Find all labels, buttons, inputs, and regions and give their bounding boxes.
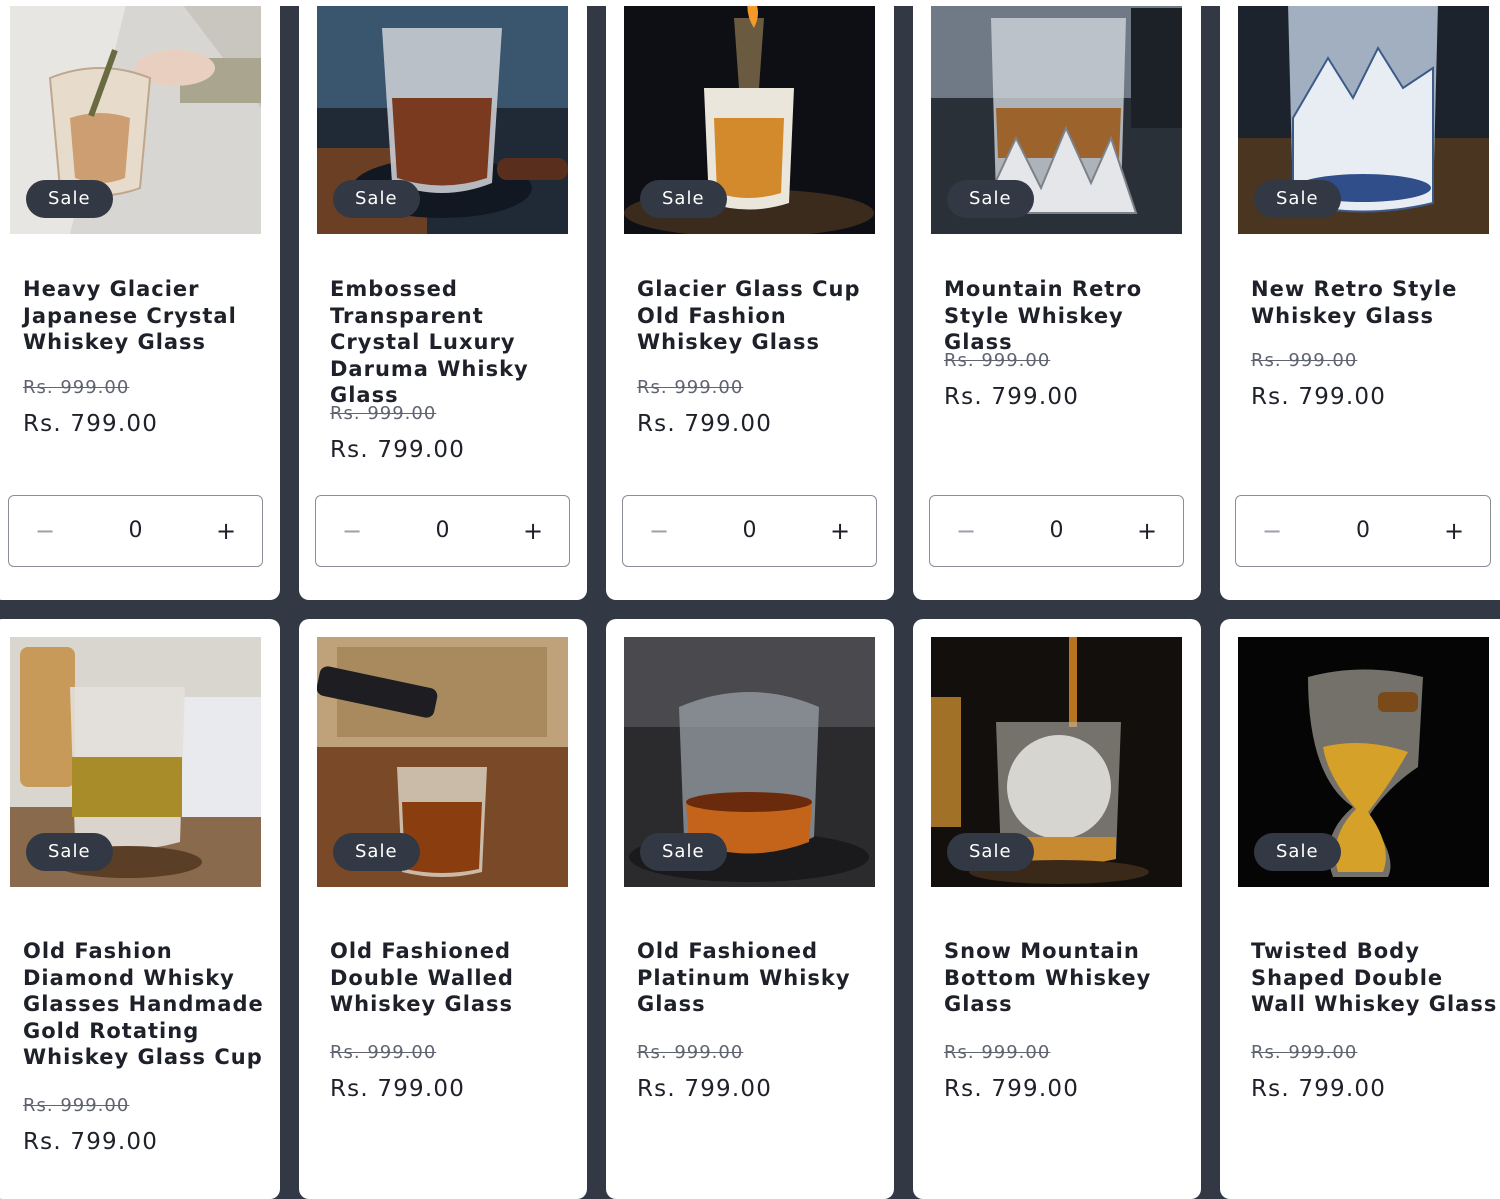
product-image[interactable]: Sale <box>931 637 1182 887</box>
sale-badge: Sale <box>333 833 420 871</box>
sale-badge: Sale <box>640 180 727 218</box>
quantity-value[interactable]: 0 <box>1002 496 1111 566</box>
sale-price: Rs. 799.00 <box>637 411 773 437</box>
plus-icon[interactable]: + <box>1418 496 1490 566</box>
price-block: Rs. 999.00 Rs. 799.00 <box>944 348 1079 410</box>
plus-icon[interactable]: + <box>804 496 876 566</box>
quantity-stepper: − 0 + <box>8 495 263 567</box>
sale-price: Rs. 799.00 <box>330 437 466 463</box>
product-image[interactable]: Sale <box>624 637 875 887</box>
plus-icon[interactable]: + <box>497 496 569 566</box>
price-block: Rs. 999.00 Rs. 799.00 <box>23 1093 158 1155</box>
price-block: Rs. 999.00 Rs. 799.00 <box>330 1040 465 1102</box>
compare-at-price: Rs. 999.00 <box>23 1095 130 1116</box>
sale-price: Rs. 799.00 <box>1251 1076 1387 1102</box>
product-title[interactable]: Snow Mountain Bottom Whiskey Glass <box>944 938 1194 1018</box>
product-image[interactable]: Sale <box>317 0 568 234</box>
product-title[interactable]: Old Fashioned Double Walled Whiskey Glas… <box>330 938 580 1018</box>
price-block: Rs. 999.00 Rs. 799.00 <box>23 375 158 437</box>
price-block: Rs. 999.00 Rs. 799.00 <box>1251 1040 1386 1102</box>
product-card[interactable]: Sale Old Fashioned Platinum Whisky Glass… <box>606 619 894 1199</box>
product-title[interactable]: Heavy Glacier Japanese Crystal Whiskey G… <box>23 276 273 356</box>
minus-icon[interactable]: − <box>930 496 1002 566</box>
product-image[interactable]: Sale <box>10 0 261 234</box>
minus-icon[interactable]: − <box>316 496 388 566</box>
product-card[interactable]: Sale Embossed Transparent Crystal Luxury… <box>299 0 587 600</box>
compare-at-price: Rs. 999.00 <box>330 403 437 424</box>
product-card[interactable]: Sale Mountain Retro Style Whiskey Glass … <box>913 0 1201 600</box>
quantity-stepper: − 0 + <box>315 495 570 567</box>
product-title[interactable]: Old Fashion Diamond Whisky Glasses Handm… <box>23 938 273 1071</box>
compare-at-price: Rs. 999.00 <box>1251 1042 1358 1063</box>
product-card[interactable]: Sale Old Fashion Diamond Whisky Glasses … <box>0 619 280 1199</box>
product-title[interactable]: Twisted Body Shaped Double Wall Whiskey … <box>1251 938 1500 1018</box>
sale-badge: Sale <box>26 180 113 218</box>
top-edge <box>0 0 1500 6</box>
sale-badge: Sale <box>947 180 1034 218</box>
plus-icon[interactable]: + <box>1111 496 1183 566</box>
sale-badge: Sale <box>1254 833 1341 871</box>
quantity-stepper: − 0 + <box>1235 495 1491 567</box>
sale-price: Rs. 799.00 <box>23 1129 159 1155</box>
compare-at-price: Rs. 999.00 <box>637 377 744 398</box>
sale-price: Rs. 799.00 <box>944 384 1080 410</box>
product-image[interactable]: Sale <box>1238 0 1489 234</box>
product-title[interactable]: Glacier Glass Cup Old Fashion Whiskey Gl… <box>637 276 887 356</box>
product-card[interactable]: Sale New Retro Style Whiskey Glass Rs. 9… <box>1220 0 1500 600</box>
quantity-value[interactable]: 0 <box>695 496 804 566</box>
minus-icon[interactable]: − <box>9 496 81 566</box>
price-block: Rs. 999.00 Rs. 799.00 <box>1251 348 1386 410</box>
minus-icon[interactable]: − <box>1236 496 1308 566</box>
minus-icon[interactable]: − <box>623 496 695 566</box>
sale-badge: Sale <box>947 833 1034 871</box>
price-block: Rs. 999.00 Rs. 799.00 <box>637 375 772 437</box>
product-card[interactable]: Sale Heavy Glacier Japanese Crystal Whis… <box>0 0 280 600</box>
product-card[interactable]: Sale Old Fashioned Double Walled Whiskey… <box>299 619 587 1199</box>
product-image[interactable]: Sale <box>317 637 568 887</box>
compare-at-price: Rs. 999.00 <box>330 1042 437 1063</box>
sale-price: Rs. 799.00 <box>330 1076 466 1102</box>
quantity-stepper: − 0 + <box>929 495 1184 567</box>
sale-badge: Sale <box>640 833 727 871</box>
sale-price: Rs. 799.00 <box>944 1076 1080 1102</box>
product-title[interactable]: New Retro Style Whiskey Glass <box>1251 276 1500 329</box>
product-title[interactable]: Mountain Retro Style Whiskey Glass <box>944 276 1194 356</box>
compare-at-price: Rs. 999.00 <box>944 1042 1051 1063</box>
sale-badge: Sale <box>333 180 420 218</box>
sale-price: Rs. 799.00 <box>1251 384 1387 410</box>
product-image[interactable]: Sale <box>1238 637 1489 887</box>
product-card[interactable]: Sale Glacier Glass Cup Old Fashion Whisk… <box>606 0 894 600</box>
sale-price: Rs. 799.00 <box>637 1076 773 1102</box>
sale-badge: Sale <box>26 833 113 871</box>
compare-at-price: Rs. 999.00 <box>23 377 130 398</box>
price-block: Rs. 999.00 Rs. 799.00 <box>637 1040 772 1102</box>
product-title[interactable]: Old Fashioned Platinum Whisky Glass <box>637 938 887 1018</box>
price-block: Rs. 999.00 Rs. 799.00 <box>944 1040 1079 1102</box>
product-image[interactable]: Sale <box>10 637 261 887</box>
compare-at-price: Rs. 999.00 <box>944 350 1051 371</box>
compare-at-price: Rs. 999.00 <box>637 1042 744 1063</box>
sale-price: Rs. 799.00 <box>23 411 159 437</box>
product-title[interactable]: Embossed Transparent Crystal Luxury Daru… <box>330 276 580 409</box>
quantity-value[interactable]: 0 <box>388 496 497 566</box>
plus-icon[interactable]: + <box>190 496 262 566</box>
product-image[interactable]: Sale <box>931 0 1182 234</box>
price-block: Rs. 999.00 Rs. 799.00 <box>330 401 465 463</box>
sale-badge: Sale <box>1254 180 1341 218</box>
quantity-value[interactable]: 0 <box>81 496 190 566</box>
product-image[interactable]: Sale <box>624 0 875 234</box>
compare-at-price: Rs. 999.00 <box>1251 350 1358 371</box>
quantity-stepper: − 0 + <box>622 495 877 567</box>
product-card[interactable]: Sale Twisted Body Shaped Double Wall Whi… <box>1220 619 1500 1199</box>
product-card[interactable]: Sale Snow Mountain Bottom Whiskey Glass … <box>913 619 1201 1199</box>
quantity-value[interactable]: 0 <box>1308 496 1418 566</box>
